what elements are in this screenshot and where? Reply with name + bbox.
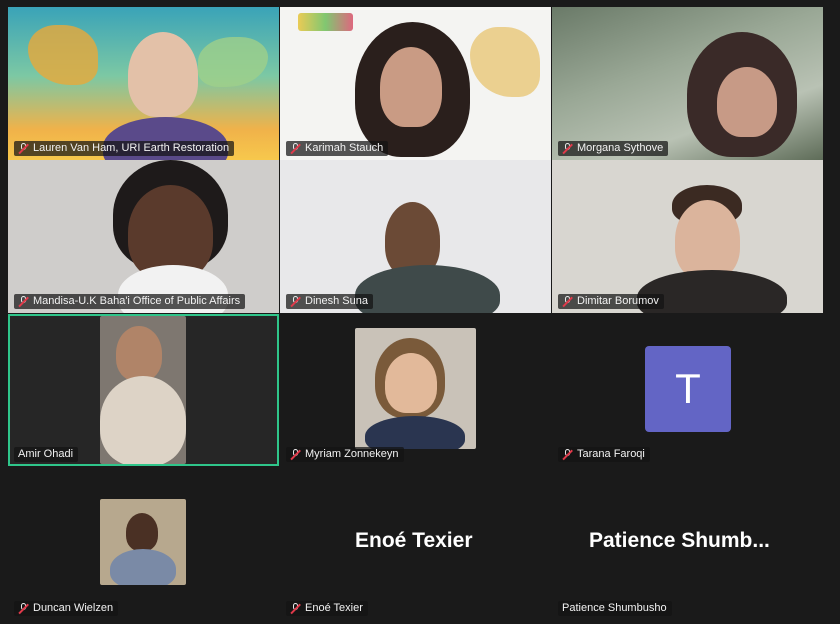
participant-body	[110, 549, 176, 585]
logo-graphic	[298, 13, 353, 31]
participant-nametag: Duncan Wielzen	[14, 601, 119, 616]
video-tile-patience[interactable]: Patience Shumb... Patience Shumbusho	[552, 467, 823, 620]
mic-muted-icon	[18, 143, 29, 154]
participant-video	[100, 316, 186, 464]
participant-nametag: Myriam Zonnekeyn	[286, 447, 404, 462]
mic-muted-icon	[290, 143, 301, 154]
video-tile-duncan[interactable]: Duncan Wielzen	[8, 467, 279, 620]
participant-nametag: Morgana Sythove	[558, 141, 669, 156]
participant-image	[385, 353, 437, 413]
video-tile-karimah[interactable]: Karimah Stauch	[280, 7, 551, 160]
video-tile-enoe[interactable]: Enoé Texier Enoé Texier	[280, 467, 551, 620]
participant-image	[128, 32, 198, 117]
video-tile-morgana[interactable]: Morgana Sythove	[552, 7, 823, 160]
participant-display-name: Patience Shumb...	[589, 529, 770, 552]
mic-muted-icon	[562, 449, 573, 460]
mic-muted-icon	[562, 143, 573, 154]
participant-image	[717, 67, 777, 137]
participant-body	[100, 376, 186, 464]
world-map-background-2	[198, 37, 268, 87]
mic-muted-icon	[562, 296, 573, 307]
participant-nametag: Tarana Faroqi	[558, 447, 650, 462]
mic-muted-icon	[18, 603, 29, 614]
participant-body	[365, 416, 465, 449]
participant-nametag: Karimah Stauch	[286, 141, 389, 156]
participant-video	[100, 499, 186, 585]
world-map-background	[470, 27, 540, 97]
participant-image	[126, 513, 158, 551]
participant-nametag: Enoé Texier	[286, 601, 368, 616]
participant-display-name: Enoé Texier	[355, 529, 473, 552]
mic-muted-icon	[18, 296, 29, 307]
world-map-background	[28, 25, 98, 85]
video-tile-tarana[interactable]: T Tarana Faroqi	[552, 314, 823, 466]
video-tile-amir-active-speaker[interactable]: Amir Ohadi	[8, 314, 279, 466]
video-tile-myriam[interactable]: Myriam Zonnekeyn	[280, 314, 551, 466]
participant-image	[380, 47, 442, 127]
participant-nametag: Amir Ohadi	[14, 447, 79, 462]
mic-muted-icon	[290, 603, 301, 614]
avatar: T	[645, 346, 731, 432]
video-tile-dimitar[interactable]: Dimitar Borumov	[552, 160, 823, 313]
participant-body	[355, 265, 500, 313]
participant-nametag: Dimitar Borumov	[558, 294, 664, 309]
participant-nametag: Mandisa-U.K Baha'i Office of Public Affa…	[14, 294, 246, 309]
mic-muted-icon	[290, 296, 301, 307]
mic-muted-icon	[290, 449, 301, 460]
participant-video	[355, 328, 476, 449]
participant-nametag: Lauren Van Ham, URI Earth Restoration	[14, 141, 235, 156]
participant-image	[675, 200, 740, 280]
video-tile-mandisa[interactable]: Mandisa-U.K Baha'i Office of Public Affa…	[8, 160, 279, 313]
participant-nametag: Patience Shumbusho	[558, 601, 672, 616]
participant-nametag: Dinesh Suna	[286, 294, 373, 309]
video-tile-lauren[interactable]: Lauren Van Ham, URI Earth Restoration	[8, 7, 279, 160]
participant-image	[116, 326, 162, 381]
video-tile-dinesh[interactable]: Dinesh Suna	[280, 160, 551, 313]
